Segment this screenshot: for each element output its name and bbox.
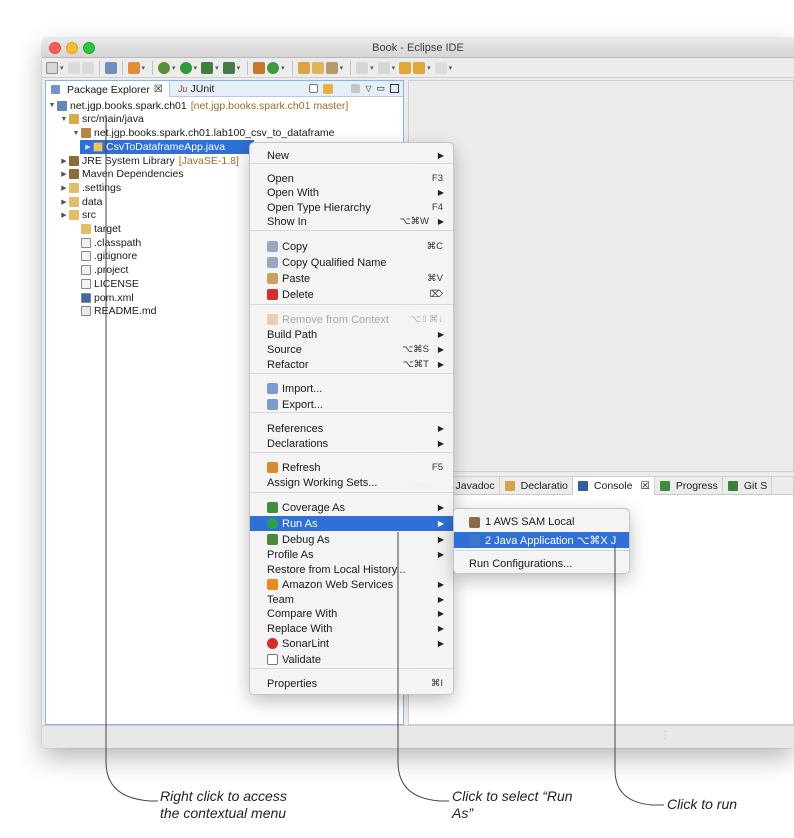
callout-line-right [614, 545, 664, 806]
callout-lines [105, 115, 664, 806]
callout-right-click: Right click to access the contextual men… [160, 788, 287, 822]
callout-middle-line-2: As” [452, 805, 473, 821]
callout-click-to-run: Click to run [667, 796, 737, 813]
callout-line-left [105, 115, 158, 802]
callout-middle-line-1: Click to select “Run [452, 788, 573, 804]
callout-line-middle [397, 532, 449, 802]
callout-left-line-2: the contextual menu [160, 805, 287, 821]
callout-left-line-1: Right click to access [160, 788, 287, 804]
callout-right-line-1: Click to run [667, 796, 738, 812]
callout-run-as: Click to select “Run As” [452, 788, 573, 822]
